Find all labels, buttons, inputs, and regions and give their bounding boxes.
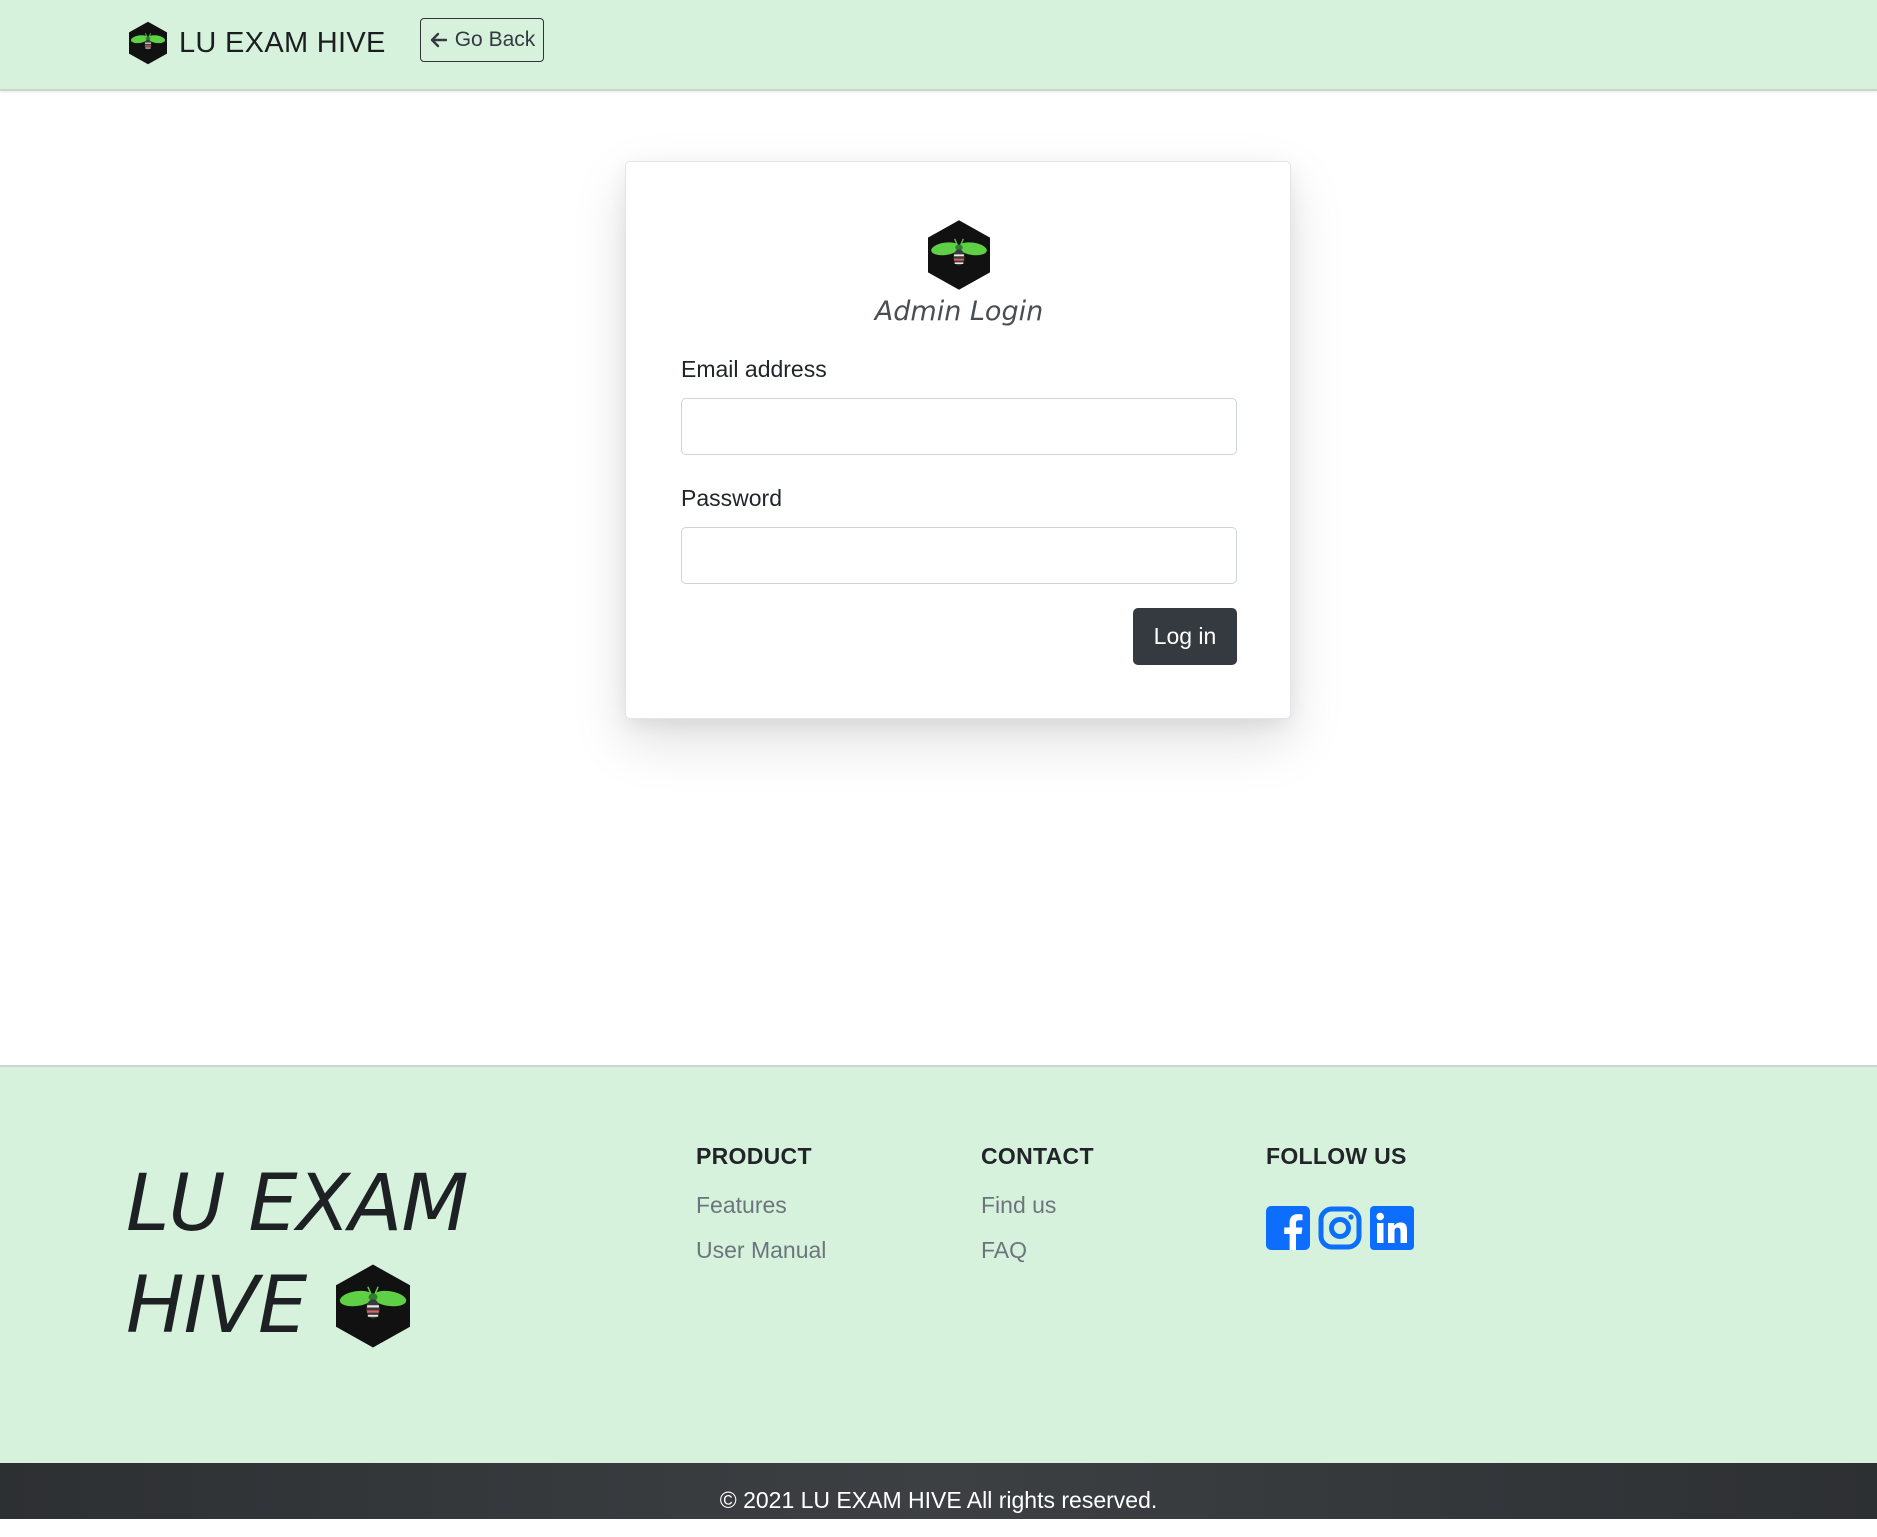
arrow-left-icon: [430, 32, 447, 48]
footer-brand-line2: HIVE: [126, 1261, 307, 1351]
linkedin-icon[interactable]: [1370, 1206, 1414, 1250]
top-navbar: LU EXAM HIVE Go Back: [0, 0, 1877, 91]
copyright-bar: © 2021 LU EXAM HIVE All rights reserved.: [0, 1463, 1877, 1519]
footer-brand: LU EXAM HIVE: [126, 1153, 546, 1357]
bee-logo-icon: [336, 1264, 410, 1348]
bee-logo-icon: [129, 21, 167, 65]
footer-link-features[interactable]: Features: [696, 1192, 826, 1219]
password-label: Password: [681, 485, 782, 511]
footer-follow-heading: FOLLOW US: [1266, 1143, 1407, 1169]
copyright-text: © 2021 LU EXAM HIVE All rights reserved.: [719, 1487, 1158, 1513]
login-card: Admin Login Email address Password Log i…: [625, 161, 1291, 719]
go-back-label: Go Back: [454, 28, 536, 51]
bee-logo-icon: [928, 220, 990, 290]
password-input[interactable]: [681, 527, 1237, 584]
footer-contact-column: CONTACT Find us FAQ: [981, 1143, 1094, 1264]
footer-follow-column: FOLLOW US: [1266, 1143, 1414, 1250]
login-button[interactable]: Log in: [1133, 608, 1237, 665]
brand-name: LU EXAM HIVE: [179, 26, 386, 59]
footer-product-heading: PRODUCT: [696, 1143, 812, 1169]
footer-link-faq[interactable]: FAQ: [981, 1237, 1094, 1264]
email-label: Email address: [681, 356, 827, 382]
footer-link-find-us[interactable]: Find us: [981, 1192, 1094, 1219]
facebook-icon[interactable]: [1266, 1206, 1310, 1250]
login-title: Admin Login: [874, 296, 1044, 327]
footer-product-column: PRODUCT Features User Manual: [696, 1143, 826, 1264]
footer-brand-line1: LU EXAM: [126, 1159, 469, 1249]
footer-link-user-manual[interactable]: User Manual: [696, 1237, 826, 1264]
instagram-icon[interactable]: [1318, 1206, 1362, 1250]
social-links: [1266, 1206, 1414, 1250]
navbar-brand[interactable]: LU EXAM HIVE: [129, 21, 386, 65]
footer: LU EXAM HIVE PRODUCT Features User Manua…: [0, 1065, 1877, 1465]
go-back-button[interactable]: Go Back: [420, 18, 544, 62]
footer-contact-heading: CONTACT: [981, 1143, 1094, 1169]
email-input[interactable]: [681, 398, 1237, 455]
